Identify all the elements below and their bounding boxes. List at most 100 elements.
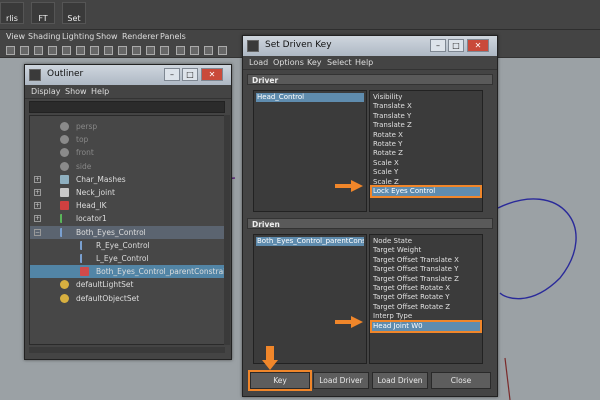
driven-section-header[interactable]: Driven [247,218,493,229]
driven-object-list[interactable]: Both_Eyes_Control_parentConstrain [253,234,367,364]
driven-attribute-item[interactable]: Target Offset Rotate Y [372,293,480,302]
sdk-titlebar[interactable]: Set Driven Key – □ ✕ [243,36,497,56]
outliner-item[interactable]: + locator1 [30,212,224,225]
sdk-menu-help[interactable]: Help [355,58,373,67]
panel-menu-view[interactable]: View [6,32,25,41]
panel-menu-panels[interactable]: Panels [160,32,186,41]
driver-attribute-item[interactable]: Rotate Z [372,149,480,158]
outliner-item[interactable]: defaultLightSet [30,278,224,291]
film-gate-icon[interactable] [76,46,85,55]
driver-attribute-item[interactable]: Visibility [372,93,480,102]
expand-icon[interactable]: + [34,202,41,210]
smooth-shade-icon[interactable] [176,46,185,55]
bookmark-icon[interactable] [34,46,43,55]
driven-attribute-item[interactable]: Target Offset Translate X [372,256,480,265]
sdk-menu-key[interactable]: Key [307,58,322,67]
load-driven-button[interactable]: Load Driven [372,372,428,389]
driver-attribute-item[interactable]: Scale X [372,159,480,168]
expand-icon[interactable]: + [34,215,41,223]
outliner-item[interactable]: top [30,133,224,146]
outliner-item[interactable]: side [30,160,224,173]
panel-menu-renderer[interactable]: Renderer [122,32,159,41]
driver-object-item[interactable]: Head_Control [256,93,364,102]
close-icon[interactable]: ✕ [467,39,489,52]
outliner-item[interactable]: front [30,146,224,159]
driver-attribute-list[interactable]: Visibility Translate X Translate Y Translat… [369,90,483,212]
driver-attribute-item[interactable]: Lock Eyes Control [370,185,482,198]
outliner-item[interactable]: Both_Eyes_Control_parentConstraint1 [30,265,224,279]
textured-icon[interactable] [204,46,213,55]
driven-attribute-list[interactable]: Node State Target Weight Target Offset Tra… [369,234,483,364]
curve-icon [80,254,89,263]
driver-object-list[interactable]: Head_Control [253,90,367,212]
grid-icon[interactable] [62,46,71,55]
outliner-filter-field[interactable] [29,101,225,113]
image-plane-icon[interactable] [48,46,57,55]
field-chart-icon[interactable] [118,46,127,55]
outliner-titlebar[interactable]: Outliner – □ ✕ [25,65,231,85]
panel-menu-show[interactable]: Show [96,32,118,41]
sdk-menu-options[interactable]: Options [273,58,304,67]
driver-attribute-item[interactable]: Scale Z [372,178,480,187]
panel-menu-lighting[interactable]: Lighting [62,32,94,41]
sdk-menu-load[interactable]: Load [249,58,268,67]
minimize-icon[interactable]: – [430,39,446,52]
wireframe-on-shaded-icon[interactable] [190,46,199,55]
select-camera-icon[interactable] [6,46,15,55]
driven-object-item[interactable]: Both_Eyes_Control_parentConstrain [256,237,364,246]
close-button[interactable]: Close [431,372,491,389]
ft-shelf-icon[interactable]: FT [31,2,55,24]
set-driven-key-window: Set Driven Key – □ ✕ Load Options Key Se… [242,35,498,397]
expand-icon[interactable]: + [34,189,41,196]
driven-attribute-item[interactable]: Node State [372,237,480,246]
rivet-shelf-icon[interactable]: rlis [0,2,24,24]
driver-attribute-item[interactable]: Translate Z [372,121,480,130]
outliner-item[interactable]: defaultObjectSet [30,292,224,305]
driven-attribute-item[interactable]: Target Offset Rotate X [372,284,480,293]
driven-attribute-item[interactable]: Target Offset Rotate Z [372,303,480,312]
outliner-menu-help[interactable]: Help [91,87,109,96]
maximize-icon[interactable]: □ [182,68,198,81]
resolution-gate-icon[interactable] [90,46,99,55]
sdk-menu-select[interactable]: Select [327,58,352,67]
wireframe-icon[interactable] [160,46,169,55]
driven-attribute-item[interactable]: Target Offset Translate Y [372,265,480,274]
outliner-item[interactable]: + Neck_joint [30,186,224,199]
expand-icon[interactable]: + [34,175,41,183]
set-shelf-icon[interactable]: Set [62,2,86,24]
driver-attribute-item[interactable]: Rotate X [372,131,480,140]
minimize-icon[interactable]: – [164,68,180,81]
outliner-item[interactable]: + Head_IK [30,199,224,212]
key-button[interactable]: Key [248,370,312,391]
lights-icon[interactable] [218,46,227,55]
driver-section-header[interactable]: Driver [247,74,493,85]
driven-attribute-item[interactable]: Interp Type [372,312,480,321]
gate-mask-icon[interactable] [104,46,113,55]
driver-attribute-item[interactable]: Rotate Y [372,140,480,149]
outliner-item[interactable]: L_Eye_Control [30,252,224,265]
close-icon[interactable]: ✕ [201,68,223,81]
outliner-item-label: front [76,148,94,158]
safe-title-icon[interactable] [146,46,155,55]
outliner-menu-show[interactable]: Show [65,87,87,96]
driver-attribute-item[interactable]: Scale Y [372,168,480,177]
driver-attribute-item[interactable]: Translate Y [372,112,480,121]
panel-menu-shading[interactable]: Shading [28,32,61,41]
outliner-item[interactable]: + Char_Mashes [30,173,224,186]
outliner-item[interactable]: persp [30,120,224,133]
driver-attribute-item[interactable]: Translate X [372,102,480,111]
maximize-icon[interactable]: □ [448,39,464,52]
outliner-horizontal-scrollbar[interactable] [29,347,225,353]
outliner-menu-display[interactable]: Display [31,87,61,96]
outliner-item[interactable]: − Both_Eyes_Control [30,225,224,239]
outliner-item[interactable]: R_Eye_Control [30,239,224,252]
camera-attr-icon[interactable] [20,46,29,55]
outliner-vertical-scrollbar[interactable] [224,115,230,345]
driven-attribute-item[interactable]: Target Weight [372,246,480,255]
safe-action-icon[interactable] [132,46,141,55]
load-driver-button[interactable]: Load Driver [313,372,369,389]
collapse-icon[interactable]: − [34,228,41,236]
driven-attribute-item[interactable]: Target Offset Translate Z [372,275,480,284]
locator-icon [60,214,69,224]
driven-attribute-item[interactable]: Head Joint W0 [370,319,482,333]
